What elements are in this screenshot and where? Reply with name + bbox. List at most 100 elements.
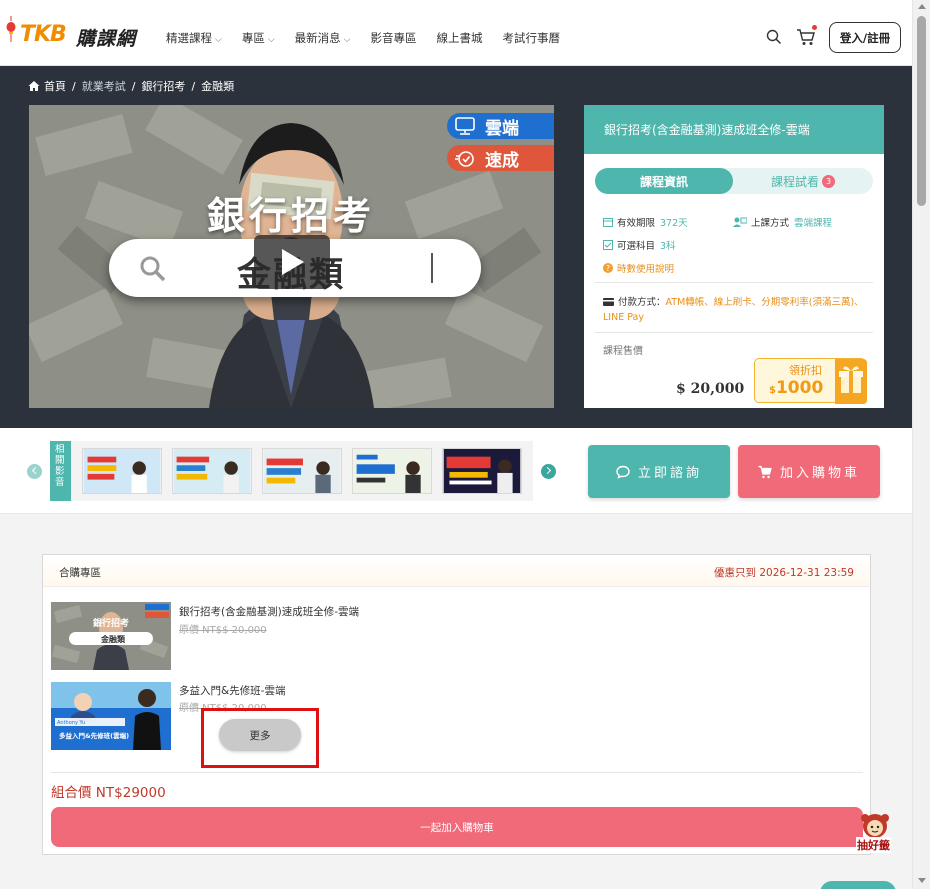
course-info-card: 銀行招考(含金融基測)速成班全修-雲端 課程資訊 課程試看 3 有效期限 372…	[584, 105, 884, 408]
bundle-item-title[interactable]: 多益入門&先修班-雲端	[179, 683, 285, 698]
badge-fast-label: 速成	[485, 150, 519, 171]
badge-cloud-label: 雲端	[485, 118, 519, 139]
related-videos-carousel: 相關影音	[50, 441, 533, 501]
breadcrumb-bank-exam[interactable]: 銀行招考	[141, 78, 185, 94]
validity-value: 372天	[660, 218, 688, 229]
payment-methods: 付款方式：ATM轉帳、線上刷卡、分期零利率(須滿三萬)、LINE Pay	[603, 295, 865, 325]
badge-cloud: 雲端	[447, 113, 554, 139]
lantern-icon	[6, 16, 16, 42]
discount-coupon-button[interactable]: 領折扣 $1000	[754, 358, 867, 404]
breadcrumb-separator: /	[131, 79, 136, 93]
consult-now-button[interactable]: 立即諮詢	[588, 445, 730, 498]
play-icon	[282, 249, 304, 275]
carousel-prev-button[interactable]	[27, 464, 42, 479]
coupon-label: 領折扣	[789, 364, 822, 377]
related-video-thumbnail[interactable]	[262, 448, 342, 494]
validity-row: 有效期限 372天	[603, 215, 688, 229]
video-title-overlay: 銀行招考	[207, 194, 376, 238]
breadcrumb-employment-exam[interactable]: 就業考試	[82, 78, 126, 94]
calendar-icon	[603, 218, 613, 227]
related-videos-strip: 相關影音 立即諮詢 加入購物車	[0, 428, 912, 514]
info-divider	[595, 332, 873, 333]
cart-notification-dot	[812, 25, 817, 30]
chevron-left-icon	[31, 466, 40, 475]
menu-bookstore[interactable]: 線上書城	[436, 30, 482, 46]
breadcrumb-finance[interactable]: 金融類	[201, 78, 234, 94]
method-row: 上課方式 雲端課程	[733, 215, 832, 229]
play-button[interactable]	[254, 235, 330, 289]
add-to-cart-button[interactable]: 加入購物車	[738, 445, 880, 498]
page-scrollbar[interactable]	[912, 0, 930, 889]
add-to-cart-label: 加入購物車	[779, 466, 860, 481]
teacher-icon	[733, 217, 747, 227]
payment-label: 付款方式：	[618, 297, 666, 308]
related-video-thumbnail[interactable]	[352, 448, 432, 494]
bundle-purchase-section: 合購專區 優惠只到 2026-12-31 23:59 銀行招考 金融類 銀行招考…	[42, 554, 871, 855]
scrollbar-thumb[interactable]	[917, 16, 926, 206]
svg-text:?: ?	[606, 264, 610, 273]
main-menu: 精選課程 ⌵ 專區 ⌵ 最新消息 ⌵ 影音專區 線上書城 考試行事曆	[166, 30, 580, 46]
checkbox-icon	[603, 240, 613, 250]
search-icon[interactable]	[766, 29, 782, 45]
gift-icon	[835, 359, 867, 404]
coupon-currency: $	[769, 385, 776, 396]
thumb-caption: 銀行招考	[93, 617, 129, 629]
menu-featured-courses[interactable]: 精選課程 ⌵	[166, 30, 222, 46]
bundle-title: 合購專區	[59, 567, 101, 579]
menu-zones[interactable]: 專區 ⌵	[242, 30, 275, 46]
bundle-item-title[interactable]: 銀行招考(含金融基測)速成班全修-雲端	[179, 604, 359, 619]
subjects-label: 可選科目	[617, 241, 656, 252]
cart-icon	[758, 465, 772, 478]
bundle-deadline: 優惠只到 2026-12-31 23:59	[714, 567, 854, 579]
chevron-down-icon: ⌵	[267, 35, 275, 45]
info-divider	[595, 282, 873, 283]
coupon-value: 1000	[775, 378, 824, 398]
breadcrumb-separator: /	[191, 79, 196, 93]
add-bundle-to-cart-button[interactable]: 一起加入購物車	[51, 807, 863, 847]
hours-note-link[interactable]: ? 時數使用說明	[603, 261, 674, 275]
related-video-thumbnail[interactable]	[82, 448, 162, 494]
consult-now-label: 立即諮詢	[637, 466, 702, 481]
bundle-item-thumbnail[interactable]: 銀行招考 金融類	[51, 602, 171, 670]
brand-latin: TKB	[20, 22, 67, 47]
lucky-draw-label[interactable]: 抽好籤	[856, 837, 891, 853]
menu-news[interactable]: 最新消息 ⌵	[295, 30, 351, 46]
login-register-button[interactable]: 登入/註冊	[829, 22, 901, 53]
price-label: 課程售價	[603, 346, 643, 357]
validity-label: 有效期限	[617, 218, 656, 229]
breadcrumb: 首頁 / 就業考試 / 銀行招考 / 金融類	[28, 78, 234, 94]
bundle-item-thumbnail[interactable]: Anthony Yu 多益入門&先修班(雲端)	[51, 682, 171, 750]
course-tabs: 課程資訊 課程試看 3	[595, 168, 873, 194]
home-icon	[28, 81, 40, 91]
tab-course-info[interactable]: 課程資訊	[595, 168, 733, 194]
question-circle-icon: ?	[603, 263, 613, 273]
method-value: 雲端課程	[794, 218, 833, 229]
floating-chat-button[interactable]	[820, 881, 896, 889]
hero-section: 首頁 / 就業考試 / 銀行招考 / 金融類 銀行招考 雲端 速成 銀行招考(含…	[0, 66, 912, 428]
site-logo[interactable]: TKB 購課網	[6, 12, 156, 52]
magnifier-icon	[140, 256, 166, 282]
related-video-thumbnail[interactable]	[442, 448, 522, 494]
scroll-down-arrow-icon[interactable]	[918, 878, 926, 883]
breadcrumb-home[interactable]: 首頁	[44, 78, 66, 94]
breadcrumb-separator: /	[72, 79, 76, 93]
chat-bubble-icon	[616, 465, 630, 479]
related-video-thumbnail[interactable]	[172, 448, 252, 494]
trial-count-badge: 3	[822, 174, 835, 188]
menu-video-zone[interactable]: 影音專區	[370, 30, 416, 46]
subjects-row: 可選科目 3科	[603, 238, 676, 252]
menu-exam-calendar[interactable]: 考試行事曆	[502, 30, 560, 46]
thumb-search-text: 金融類	[100, 634, 126, 644]
combo-price: 組合價 NT$29000	[51, 785, 166, 801]
carousel-next-button[interactable]	[541, 464, 556, 479]
cart-icon[interactable]	[796, 28, 816, 46]
tab-course-trial[interactable]: 課程試看 3	[733, 168, 873, 194]
brand-chinese: 購課網	[76, 28, 137, 50]
scroll-up-arrow-icon[interactable]	[918, 4, 926, 9]
badge-fast: 速成	[447, 145, 554, 171]
chevron-down-icon: ⌵	[343, 35, 351, 45]
coupon-amount: $1000	[769, 378, 823, 398]
subjects-value: 3科	[660, 241, 676, 252]
course-video-player[interactable]: 銀行招考 金融類 雲端	[29, 105, 554, 408]
thumb-teacher-name: Anthony Yu	[57, 720, 85, 726]
